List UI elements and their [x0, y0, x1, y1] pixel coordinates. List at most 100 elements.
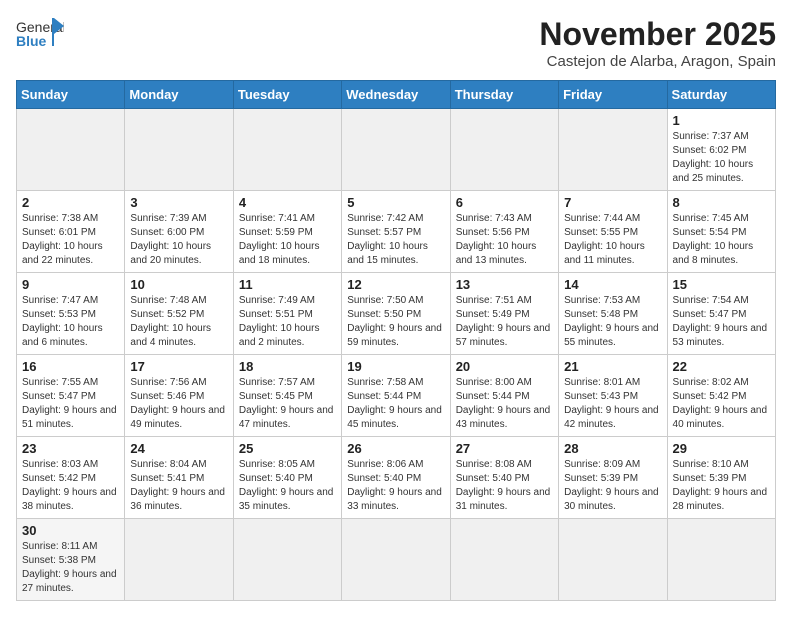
calendar-cell: 13 Sunrise: 7:51 AM Sunset: 5:49 PM Dayli… — [450, 273, 558, 355]
day-info: Sunrise: 7:50 AM Sunset: 5:50 PM Dayligh… — [347, 294, 444, 350]
calendar-cell: 25 Sunrise: 8:05 AM Sunset: 5:40 PM Dayli… — [233, 437, 341, 519]
location-title: Castejon de Alarba, Aragon, Spain — [539, 53, 776, 70]
calendar-cell: 23Sunrise: 8:03 AM Sunset: 5:42 PM Dayli… — [17, 437, 125, 519]
calendar-cell — [233, 519, 341, 601]
calendar-cell — [450, 519, 558, 601]
day-info: Sunrise: 7:44 AM Sunset: 5:55 PM Dayligh… — [564, 212, 661, 268]
calendar-cell: 1 Sunrise: 7:37 AM Sunset: 6:02 PM Daylig… — [667, 109, 775, 191]
day-info: Sunrise: 8:06 AM Sunset: 5:40 PM Dayligh… — [347, 458, 444, 514]
day-info: Sunrise: 7:53 AM Sunset: 5:48 PM Dayligh… — [564, 294, 661, 350]
weekday-header-friday: Friday — [559, 81, 667, 109]
day-info: Sunrise: 7:39 AM Sunset: 6:00 PM Dayligh… — [130, 212, 227, 268]
weekday-header-thursday: Thursday — [450, 81, 558, 109]
calendar-cell: 15 Sunrise: 7:54 AM Sunset: 5:47 PM Dayli… — [667, 273, 775, 355]
day-info: Sunrise: 7:54 AM Sunset: 5:47 PM Dayligh… — [673, 294, 770, 350]
day-info: Sunrise: 8:03 AM Sunset: 5:42 PM Dayligh… — [22, 458, 119, 514]
calendar-cell: 17 Sunrise: 7:56 AM Sunset: 5:46 PM Dayli… — [125, 355, 233, 437]
calendar-cell: 8 Sunrise: 7:45 AM Sunset: 5:54 PM Daylig… — [667, 191, 775, 273]
day-info: Sunrise: 7:37 AM Sunset: 6:02 PM Dayligh… — [673, 130, 770, 186]
calendar-cell: 4Sunrise: 7:41 AM Sunset: 5:59 PM Daylig… — [233, 191, 341, 273]
calendar-cell: 27Sunrise: 8:08 AM Sunset: 5:40 PM Dayli… — [450, 437, 558, 519]
day-number: 22 — [673, 359, 770, 374]
weekday-header-monday: Monday — [125, 81, 233, 109]
day-number: 4 — [239, 195, 336, 210]
day-number: 15 — [673, 277, 770, 292]
svg-text:Blue: Blue — [16, 33, 47, 49]
day-info: Sunrise: 7:48 AM Sunset: 5:52 PM Dayligh… — [130, 294, 227, 350]
day-number: 26 — [347, 441, 444, 456]
weekday-header-saturday: Saturday — [667, 81, 775, 109]
day-number: 17 — [130, 359, 227, 374]
day-info: Sunrise: 8:05 AM Sunset: 5:40 PM Dayligh… — [239, 458, 336, 514]
day-number: 18 — [239, 359, 336, 374]
day-number: 28 — [564, 441, 661, 456]
week-row-4: 23Sunrise: 8:03 AM Sunset: 5:42 PM Dayli… — [17, 437, 776, 519]
day-info: Sunrise: 7:43 AM Sunset: 5:56 PM Dayligh… — [456, 212, 553, 268]
day-info: Sunrise: 7:55 AM Sunset: 5:47 PM Dayligh… — [22, 376, 119, 432]
day-number: 9 — [22, 277, 119, 292]
day-number: 25 — [239, 441, 336, 456]
calendar-cell: 26 Sunrise: 8:06 AM Sunset: 5:40 PM Dayli… — [342, 437, 450, 519]
calendar-cell — [125, 519, 233, 601]
day-number: 20 — [456, 359, 553, 374]
day-number: 30 — [22, 523, 119, 538]
day-number: 3 — [130, 195, 227, 210]
day-info: Sunrise: 8:02 AM Sunset: 5:42 PM Dayligh… — [673, 376, 770, 432]
week-row-5: 30 Sunrise: 8:11 AM Sunset: 5:38 PM Dayli… — [17, 519, 776, 601]
calendar-cell: 12 Sunrise: 7:50 AM Sunset: 5:50 PM Dayli… — [342, 273, 450, 355]
calendar-cell: 29Sunrise: 8:10 AM Sunset: 5:39 PM Dayli… — [667, 437, 775, 519]
calendar-cell — [125, 109, 233, 191]
calendar-cell: 11 Sunrise: 7:49 AM Sunset: 5:51 PM Dayli… — [233, 273, 341, 355]
weekday-header-wednesday: Wednesday — [342, 81, 450, 109]
month-title: November 2025 — [539, 16, 776, 53]
day-info: Sunrise: 7:51 AM Sunset: 5:49 PM Dayligh… — [456, 294, 553, 350]
calendar-cell: 7Sunrise: 7:44 AM Sunset: 5:55 PM Daylig… — [559, 191, 667, 273]
weekday-header-sunday: Sunday — [17, 81, 125, 109]
calendar-cell — [342, 519, 450, 601]
day-info: Sunrise: 7:49 AM Sunset: 5:51 PM Dayligh… — [239, 294, 336, 350]
day-number: 12 — [347, 277, 444, 292]
week-row-1: 2Sunrise: 7:38 AM Sunset: 6:01 PM Daylig… — [17, 191, 776, 273]
day-number: 27 — [456, 441, 553, 456]
calendar-cell: 16Sunrise: 7:55 AM Sunset: 5:47 PM Dayli… — [17, 355, 125, 437]
calendar-cell — [233, 109, 341, 191]
calendar-cell — [559, 519, 667, 601]
day-info: Sunrise: 8:04 AM Sunset: 5:41 PM Dayligh… — [130, 458, 227, 514]
calendar-cell: 22 Sunrise: 8:02 AM Sunset: 5:42 PM Dayli… — [667, 355, 775, 437]
header: General Blue November 2025 Castejon de A… — [16, 16, 776, 70]
week-row-0: 1 Sunrise: 7:37 AM Sunset: 6:02 PM Daylig… — [17, 109, 776, 191]
calendar-cell: 6Sunrise: 7:43 AM Sunset: 5:56 PM Daylig… — [450, 191, 558, 273]
calendar-cell: 21 Sunrise: 8:01 AM Sunset: 5:43 PM Dayli… — [559, 355, 667, 437]
day-info: Sunrise: 8:00 AM Sunset: 5:44 PM Dayligh… — [456, 376, 553, 432]
day-number: 21 — [564, 359, 661, 374]
calendar-cell: 18Sunrise: 7:57 AM Sunset: 5:45 PM Dayli… — [233, 355, 341, 437]
day-info: Sunrise: 7:45 AM Sunset: 5:54 PM Dayligh… — [673, 212, 770, 268]
day-number: 11 — [239, 277, 336, 292]
calendar-cell: 3 Sunrise: 7:39 AM Sunset: 6:00 PM Daylig… — [125, 191, 233, 273]
calendar-cell — [450, 109, 558, 191]
day-number: 10 — [130, 277, 227, 292]
day-info: Sunrise: 7:38 AM Sunset: 6:01 PM Dayligh… — [22, 212, 119, 268]
day-info: Sunrise: 7:58 AM Sunset: 5:44 PM Dayligh… — [347, 376, 444, 432]
day-number: 24 — [130, 441, 227, 456]
logo-icon: General Blue — [16, 16, 64, 54]
calendar-cell: 5Sunrise: 7:42 AM Sunset: 5:57 PM Daylig… — [342, 191, 450, 273]
calendar-cell: 19 Sunrise: 7:58 AM Sunset: 5:44 PM Dayli… — [342, 355, 450, 437]
calendar-cell — [559, 109, 667, 191]
day-number: 19 — [347, 359, 444, 374]
day-info: Sunrise: 7:56 AM Sunset: 5:46 PM Dayligh… — [130, 376, 227, 432]
day-number: 8 — [673, 195, 770, 210]
day-number: 1 — [673, 113, 770, 128]
day-info: Sunrise: 8:11 AM Sunset: 5:38 PM Dayligh… — [22, 540, 119, 596]
day-number: 13 — [456, 277, 553, 292]
day-number: 5 — [347, 195, 444, 210]
week-row-3: 16Sunrise: 7:55 AM Sunset: 5:47 PM Dayli… — [17, 355, 776, 437]
logo: General Blue — [16, 16, 66, 54]
calendar-cell — [667, 519, 775, 601]
day-info: Sunrise: 8:01 AM Sunset: 5:43 PM Dayligh… — [564, 376, 661, 432]
day-info: Sunrise: 7:47 AM Sunset: 5:53 PM Dayligh… — [22, 294, 119, 350]
day-info: Sunrise: 8:09 AM Sunset: 5:39 PM Dayligh… — [564, 458, 661, 514]
calendar-cell: 20 Sunrise: 8:00 AM Sunset: 5:44 PM Dayli… — [450, 355, 558, 437]
calendar: SundayMondayTuesdayWednesdayThursdayFrid… — [16, 80, 776, 601]
title-area: November 2025 Castejon de Alarba, Aragon… — [539, 16, 776, 70]
